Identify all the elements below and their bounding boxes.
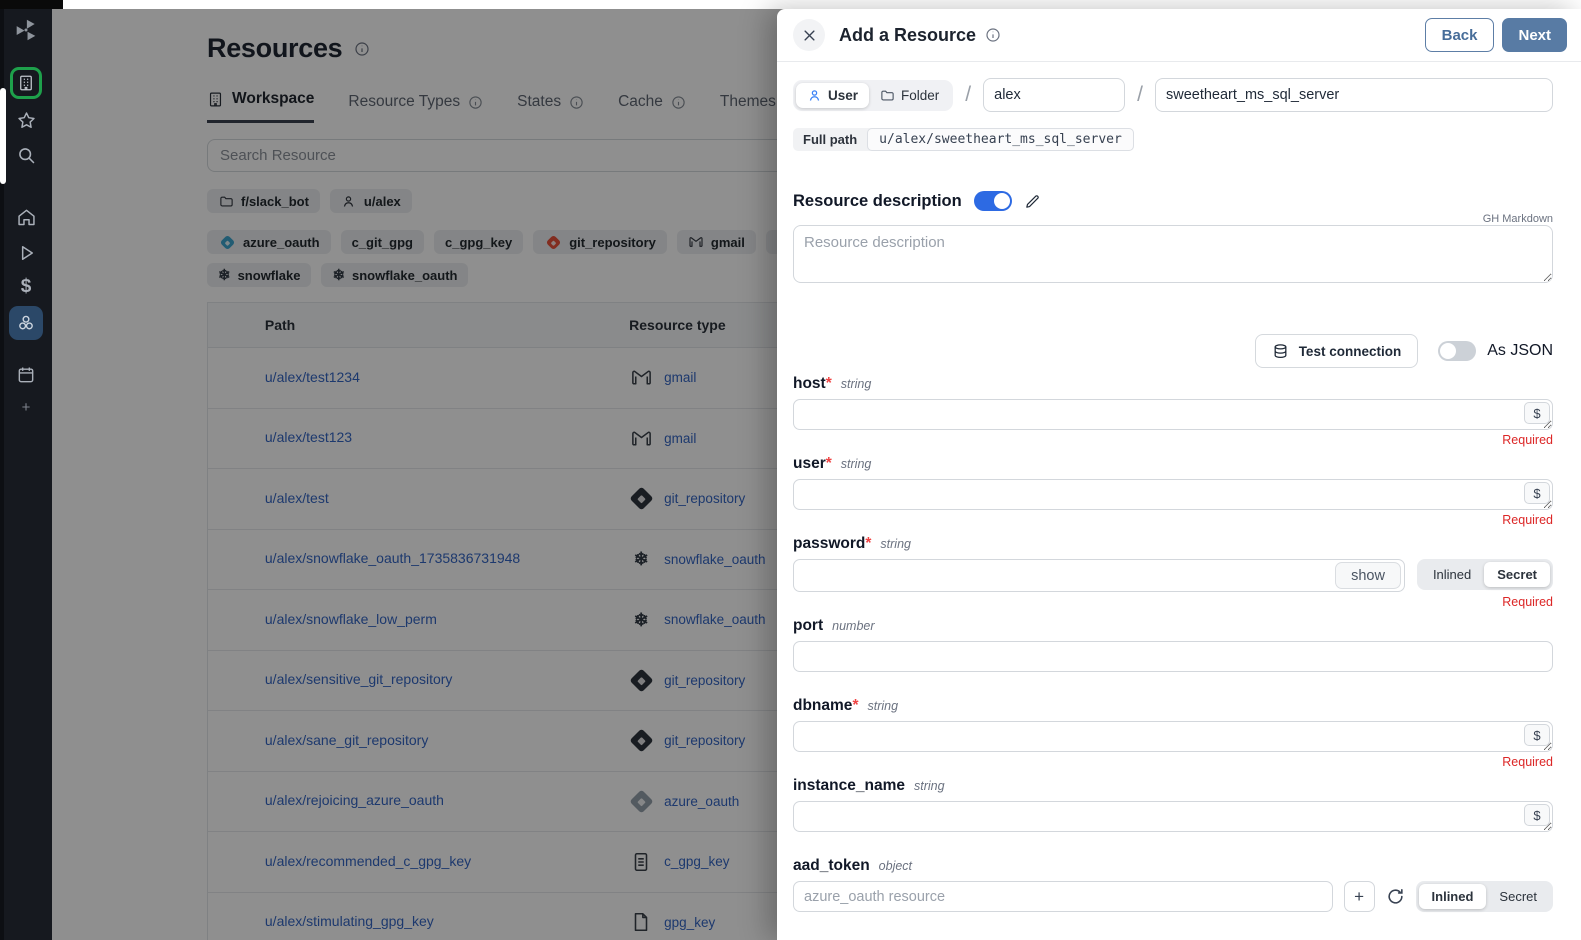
path-slash: / (1137, 83, 1143, 107)
show-password-button[interactable]: show (1335, 562, 1401, 589)
owner-kind-folder[interactable]: Folder (869, 83, 950, 108)
as-json-label: As JSON (1487, 342, 1553, 360)
host-input[interactable] (793, 399, 1553, 430)
sidebar-item-runs[interactable] (16, 243, 36, 263)
sidebar-item-resources-highlight[interactable] (10, 67, 42, 99)
field-password: password* string show Inlined Secret Req… (793, 535, 1553, 610)
required-label: Required (793, 755, 1553, 770)
inlined-secret-segment: Inlined Secret (1416, 881, 1553, 912)
required-label: Required (793, 433, 1553, 448)
sidebar-item-search[interactable] (16, 145, 37, 166)
window-scroll-notch (0, 88, 6, 184)
sidebar-item-schedules[interactable] (16, 365, 36, 385)
drawer-header: Add a Resource Back Next (777, 9, 1581, 62)
as-json-toggle[interactable] (1438, 341, 1476, 361)
drawer-title: Add a Resource (839, 25, 976, 46)
add-resource-drawer: Add a Resource Back Next User Folde (777, 9, 1581, 940)
dbname-input[interactable] (793, 721, 1553, 752)
secret-option[interactable]: Secret (1486, 884, 1550, 909)
window-top-strip-dark (0, 0, 63, 9)
buildings-icon (17, 74, 35, 92)
sidebar-item-home[interactable] (16, 207, 37, 228)
description-toggle[interactable] (974, 191, 1012, 211)
field-dbname: dbname* string $ Required (793, 697, 1553, 770)
full-path-label: Full path (793, 128, 867, 151)
sidebar: $ + (0, 9, 52, 940)
info-icon[interactable] (985, 27, 1001, 43)
owner-input[interactable] (983, 78, 1125, 112)
inlined-option[interactable]: Inlined (1420, 562, 1484, 587)
port-input[interactable] (793, 641, 1553, 672)
field-port: port number (793, 617, 1553, 690)
database-icon (1272, 343, 1289, 360)
aad-token-input[interactable] (793, 881, 1333, 912)
inlined-option[interactable]: Inlined (1419, 884, 1487, 909)
description-heading: Resource description (793, 192, 962, 211)
password-input[interactable] (793, 559, 1405, 592)
sidebar-item-favorites[interactable] (16, 110, 37, 131)
dollar-variable-button[interactable]: $ (1524, 804, 1550, 826)
full-path-value: u/alex/sweetheart_ms_sql_server (867, 128, 1134, 151)
dollar-variable-button[interactable]: $ (1524, 482, 1550, 504)
owner-kind-user[interactable]: User (796, 83, 869, 108)
next-button[interactable]: Next (1502, 18, 1567, 52)
window-top-strip (0, 0, 1581, 9)
sidebar-item-add[interactable]: + (22, 399, 31, 416)
full-path: Full path u/alex/sweetheart_ms_sql_serve… (793, 128, 1134, 151)
description-textarea[interactable] (793, 225, 1553, 283)
app-window: $ + Resources (0, 0, 1581, 940)
pencil-icon[interactable] (1024, 193, 1041, 210)
path-builder: User Folder / / (793, 78, 1553, 112)
resource-name-input[interactable] (1155, 78, 1553, 112)
required-label: Required (793, 595, 1553, 610)
dollar-variable-button[interactable]: $ (1524, 402, 1550, 424)
test-connection-button[interactable]: Test connection (1255, 334, 1419, 368)
field-user: user* string $ Required (793, 455, 1553, 528)
user-input[interactable] (793, 479, 1553, 510)
path-slash: / (965, 83, 971, 107)
gh-markdown-label: GH Markdown (793, 213, 1553, 225)
sidebar-item-resources-active[interactable] (9, 306, 43, 340)
add-resource-plus-button[interactable]: + (1344, 881, 1375, 912)
boxes-icon (16, 313, 36, 333)
refresh-icon[interactable] (1386, 887, 1405, 906)
sidebar-item-variables[interactable]: $ (21, 276, 32, 298)
instance-name-input[interactable] (793, 801, 1553, 832)
secret-option[interactable]: Secret (1484, 562, 1550, 587)
back-button[interactable]: Back (1425, 18, 1495, 52)
close-icon[interactable] (793, 19, 825, 51)
inlined-secret-segment: Inlined Secret (1417, 559, 1553, 590)
dollar-variable-button[interactable]: $ (1524, 724, 1550, 746)
field-instance-name: instance_name string $ (793, 777, 1553, 850)
required-label: Required (793, 513, 1553, 528)
field-aad-token: aad_token object + Inlined Secret (793, 857, 1553, 912)
windmill-logo-icon[interactable] (13, 17, 39, 43)
field-host: host* string $ Required (793, 375, 1553, 448)
owner-kind-segment: User Folder (793, 80, 953, 111)
